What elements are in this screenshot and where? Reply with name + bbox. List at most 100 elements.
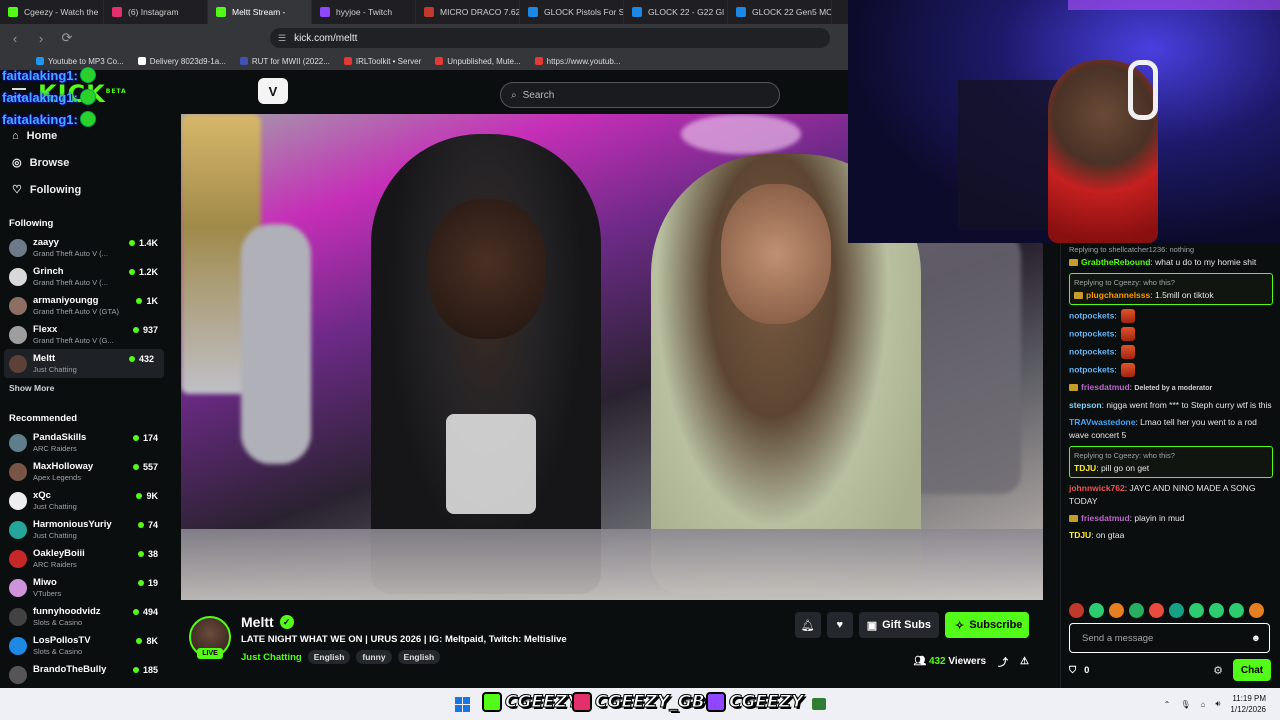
chat-username[interactable]: johnnwick762	[1069, 483, 1125, 493]
sidebar-channel[interactable]: Grinch Grand Theft Auto V (... 1.2K	[0, 262, 168, 291]
emote-icon[interactable]	[1149, 603, 1164, 618]
sidebar-nav-label: Following	[29, 183, 82, 196]
browser-tab[interactable]: hyyjoe - Twitch	[312, 0, 416, 24]
stream-tag[interactable]: English	[307, 650, 351, 664]
browser-tab[interactable]: MICRO DRACO 7.62	[416, 0, 520, 24]
bookmark-item[interactable]: https://www.youtub...	[534, 57, 620, 66]
sidebar-channel[interactable]: zaayy Grand Theft Auto V (... 1.4K	[0, 233, 168, 262]
sidebar-nav-browse[interactable]: ◎ Browse	[0, 149, 168, 176]
tab-label: GLOCK Pistols For S	[544, 7, 624, 17]
browser-tab[interactable]: GLOCK Pistols For S	[520, 0, 624, 24]
tab-label: GLOCK 22 Gen5 MO	[752, 7, 832, 17]
chat-message: Replying to shellcatcher1236: nothing Gra…	[1069, 243, 1273, 269]
chat-message: TRAVwastedone: Lmao tell her you went to…	[1069, 416, 1273, 442]
stream-title: LATE NIGHT WHAT WE ON | URUS 2026 | IG: …	[241, 634, 567, 645]
emote-icon[interactable]	[1229, 603, 1244, 618]
sidebar-channel[interactable]: BrandoTheBully 185	[0, 660, 168, 688]
points-icon[interactable]: ⛉	[1069, 665, 1076, 676]
channel-category: VTubers	[33, 589, 62, 598]
sidebar-channel[interactable]: xQc Just Chatting 9K	[0, 486, 168, 515]
stream-tag[interactable]: funny	[356, 650, 392, 664]
share-icon[interactable]: ⤴	[998, 654, 1008, 669]
channel-category: Apex Legends	[33, 473, 81, 482]
forward-icon[interactable]: ›	[34, 31, 48, 46]
emote-icon[interactable]	[1109, 603, 1124, 618]
reload-icon[interactable]: ⟳	[60, 30, 74, 46]
channel-avatar	[9, 608, 27, 626]
show-more-link[interactable]: Show More	[0, 378, 168, 398]
sidebar-channel[interactable]: MaxHolloway Apex Legends 557	[0, 457, 168, 486]
site-info-icon[interactable]: ☰	[278, 33, 286, 44]
microphone-icon[interactable]: 🎙︎	[1180, 700, 1190, 709]
emote-icon[interactable]	[1069, 603, 1084, 618]
browser-tab[interactable]: (6) Instagram	[104, 0, 208, 24]
windows-start-icon[interactable]	[455, 697, 470, 712]
vault-button[interactable]: V	[258, 78, 288, 104]
subscribe-button[interactable]: ✧ Subscribe	[945, 612, 1029, 638]
chat-username[interactable]: GrabtheRebound	[1081, 257, 1150, 267]
chat-username[interactable]: plugchannelsss	[1086, 290, 1150, 300]
bookmark-item[interactable]: Delivery 8023d9-1a...	[137, 57, 226, 66]
chat-separator: :	[1114, 328, 1120, 339]
sidebar-channel[interactable]: armaniyoungg Grand Theft Auto V (GTA) 1K	[0, 291, 168, 320]
compass-icon: ◎	[12, 157, 22, 169]
chat-send-button[interactable]: Chat	[1233, 659, 1271, 681]
notification-bell-button[interactable]: 🔔︎	[794, 612, 821, 638]
chat-message: notpockets:	[1069, 309, 1273, 323]
browser-tab[interactable]: Meltt Stream -	[208, 0, 312, 24]
bookmark-item[interactable]: RUT for MWII (2022...	[239, 57, 330, 66]
chat-username[interactable]: notpockets	[1069, 328, 1114, 338]
back-icon[interactable]: ‹	[8, 31, 22, 46]
bookmark-item[interactable]: IRLToolkit • Server	[343, 57, 421, 66]
chat-username[interactable]: friesdatmud	[1081, 382, 1130, 392]
chat-username[interactable]: stepson	[1069, 400, 1102, 410]
streamer-name[interactable]: Meltt	[241, 614, 274, 630]
channel-avatar	[9, 521, 27, 539]
address-bar[interactable]: ☰ kick.com/meltt	[270, 28, 830, 48]
stream-tag[interactable]: English	[397, 650, 441, 664]
chat-message-input[interactable]: Send a message ☻	[1069, 623, 1270, 653]
emote-icon[interactable]	[1249, 603, 1264, 618]
emote-icon[interactable]	[1089, 603, 1104, 618]
emote-icon[interactable]	[1189, 603, 1204, 618]
follow-button[interactable]: ♥	[826, 612, 853, 638]
twitch-brand-banner: CGEEZY	[706, 692, 804, 713]
browser-tab[interactable]: GLOCK 22 Gen5 MO	[728, 0, 832, 24]
emote-icon[interactable]	[1169, 603, 1184, 618]
sidebar-channel[interactable]: Flexx Grand Theft Auto V (G... 937	[0, 320, 168, 349]
category-link[interactable]: Just Chatting	[241, 652, 302, 663]
report-icon[interactable]: ⚠	[1020, 656, 1029, 667]
speaker-icon[interactable]: 🔊︎	[1215, 699, 1220, 709]
search-input[interactable]: ⌕ Search	[500, 82, 780, 108]
viewer-count: 👥︎ 432 Viewers	[913, 656, 986, 667]
sidebar-channel[interactable]: funnyhoodvidz Slots & Casino 494	[0, 602, 168, 631]
chevron-up-icon[interactable]: ⌃	[1164, 700, 1171, 709]
sidebar-channel[interactable]: PandaSkills ARC Raiders 174	[0, 428, 168, 457]
chat-username[interactable]: notpockets	[1069, 364, 1114, 374]
chat-username[interactable]: TDJU	[1069, 530, 1091, 540]
chat-username[interactable]: notpockets	[1069, 310, 1114, 320]
chat-username[interactable]: friesdatmud	[1081, 513, 1130, 523]
tab-favicon-icon	[736, 7, 746, 17]
browser-tab[interactable]: Cgeezy - Watch the	[0, 0, 104, 24]
sidebar-channel[interactable]: Miwo VTubers 19	[0, 573, 168, 602]
system-clock[interactable]: 11:19 PM 1/12/2026	[1230, 693, 1266, 715]
sidebar-channel[interactable]: LosPollosTV Slots & Casino 8K	[0, 631, 168, 660]
sidebar-channel[interactable]: OakleyBoiii ARC Raiders 38	[0, 544, 168, 573]
gift-subs-button[interactable]: ▣ Gift Subs	[858, 612, 939, 638]
browser-tab[interactable]: GLOCK 22 - G22 Gl	[624, 0, 728, 24]
bookmark-item[interactable]: Unpublished, Mute...	[435, 57, 521, 66]
network-icon[interactable]: ⌂	[1201, 700, 1206, 709]
taskbar-app-icon[interactable]	[812, 698, 826, 710]
emote-icon[interactable]	[1209, 603, 1224, 618]
chat-settings-icon[interactable]: ⚙	[1213, 664, 1223, 677]
sidebar-channel[interactable]: HarmoniousYuriy Just Chatting 74	[0, 515, 168, 544]
chat-username[interactable]: notpockets	[1069, 346, 1114, 356]
sidebar-channel[interactable]: Meltt Just Chatting 432	[4, 349, 164, 378]
gift-icon: ▣	[866, 619, 878, 632]
emote-icon[interactable]	[1129, 603, 1144, 618]
sidebar-nav-following[interactable]: ♡ Following	[0, 176, 168, 203]
emoji-icon[interactable]: ☻	[1251, 633, 1261, 644]
chat-username[interactable]: TRAVwastedone	[1069, 417, 1135, 427]
chat-username[interactable]: TDJU	[1074, 463, 1096, 473]
